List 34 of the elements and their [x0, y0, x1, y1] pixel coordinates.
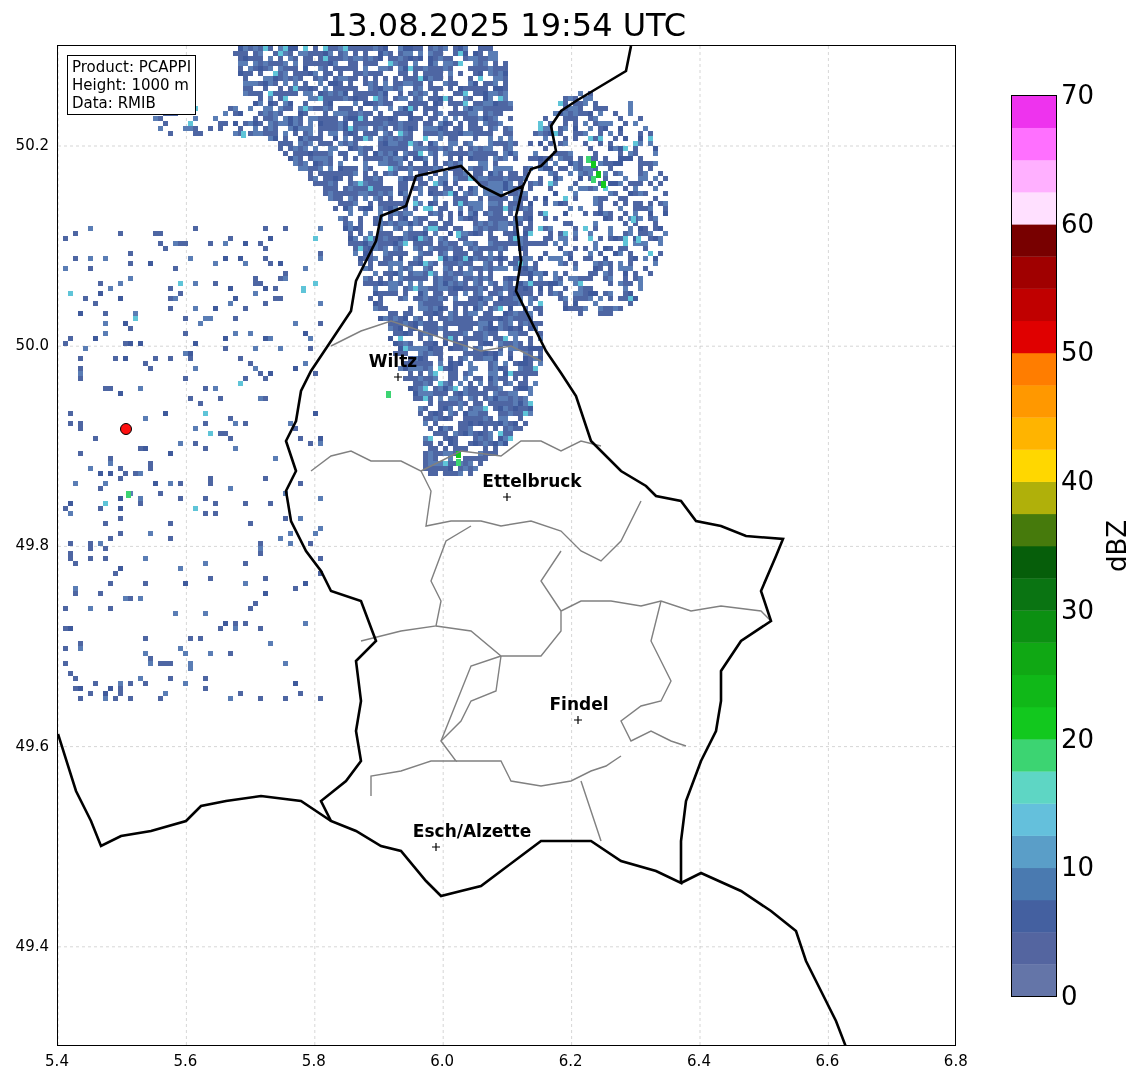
x-tick-label: 5.6 — [173, 1052, 198, 1070]
city-label: Ettelbruck — [482, 471, 582, 491]
y-tick-label: 49.8 — [15, 536, 49, 555]
city-marker-icon — [431, 842, 441, 852]
y-tick-label: 50.2 — [15, 136, 49, 154]
chart-title: 13.08.2025 19:54 UTC — [326, 5, 687, 45]
y-tick-label: 49.4 — [15, 936, 49, 955]
colorbar-tick-label: 70 — [1061, 80, 1095, 110]
x-tick-label: 6.0 — [430, 1052, 455, 1070]
x-tick-label: 6.6 — [815, 1052, 840, 1070]
x-tick-label: 6.2 — [558, 1052, 583, 1070]
x-tick-label: 5.8 — [301, 1052, 326, 1070]
x-tick-label: 6.4 — [687, 1052, 711, 1070]
info-text: Product: PCAPPI — [72, 58, 192, 76]
y-tick-label: 50.0 — [15, 336, 49, 355]
colorbar-label: dBZ — [1102, 519, 1132, 573]
radar-site-marker — [120, 423, 132, 435]
city-marker-icon — [502, 492, 512, 502]
colorbar-tick-label: 0 — [1061, 981, 1078, 1011]
colorbar-tick-label: 30 — [1061, 594, 1095, 625]
colorbar-tick-label: 50 — [1061, 337, 1095, 368]
city-label: Findel — [549, 694, 609, 714]
colorbar-tick-label: 10 — [1061, 852, 1095, 883]
colorbar-tick-label: 20 — [1061, 723, 1095, 754]
city-marker-icon — [573, 715, 583, 725]
x-tick-label: 6.8 — [943, 1052, 968, 1070]
y-tick-label: 49.6 — [15, 736, 49, 755]
x-tick-label: 5.4 — [45, 1052, 69, 1070]
colorbar-tick-label: 40 — [1061, 466, 1095, 497]
info-text: Height: 1000 m — [72, 76, 190, 94]
city-label: Esch/Alzette — [412, 821, 532, 841]
city-marker-icon — [393, 372, 403, 382]
colorbar-tick-label: 60 — [1061, 208, 1095, 239]
info-text: Data: RMIB — [72, 94, 157, 112]
